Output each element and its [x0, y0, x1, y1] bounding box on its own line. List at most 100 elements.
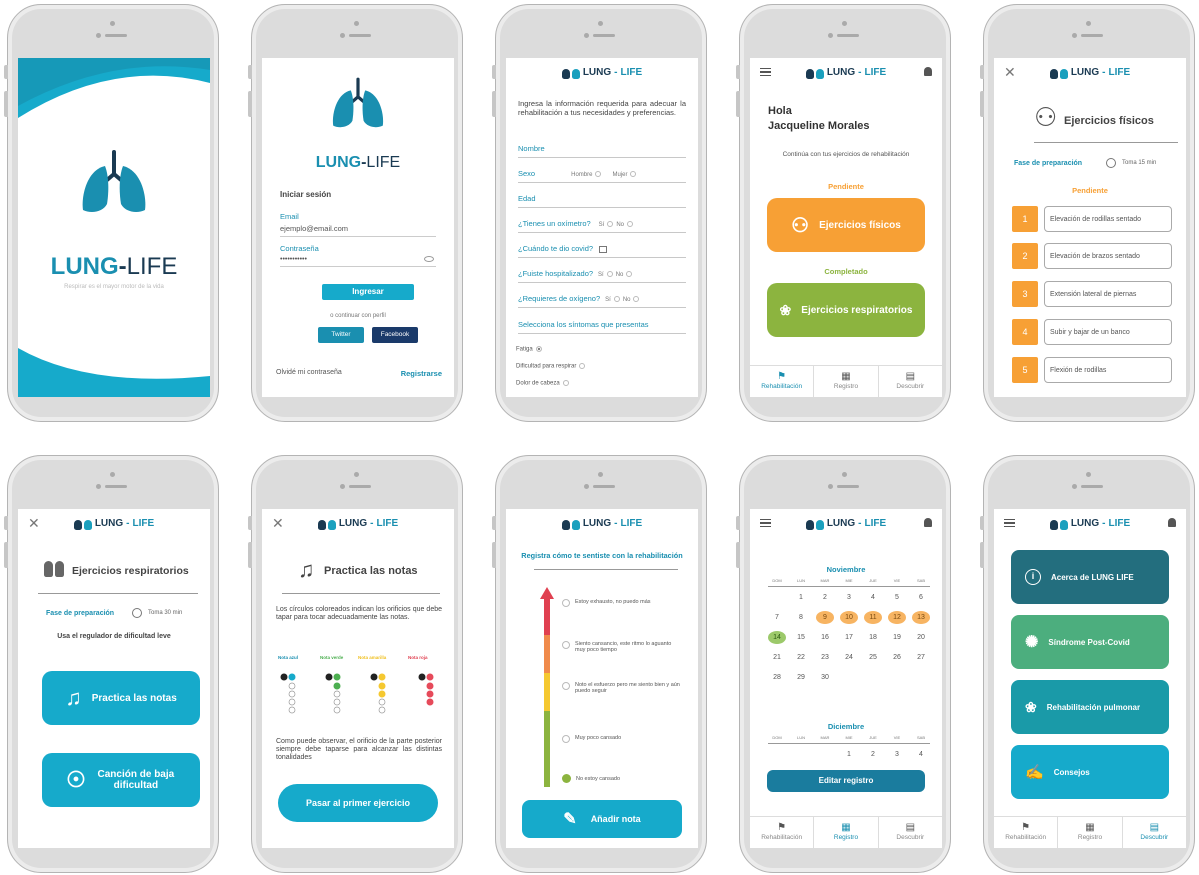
phase-label: Fase de preparación	[1014, 160, 1083, 167]
registro-title: Registra cómo te sentiste con la rehabil…	[521, 551, 683, 560]
password-field[interactable]: •••••••••••	[280, 256, 436, 267]
nav-registro[interactable]: ▦ Registro	[1058, 817, 1123, 848]
facebook-button[interactable]: Facebook	[372, 327, 418, 343]
bell-icon[interactable]	[1168, 518, 1176, 527]
forgot-password-link[interactable]: Olvidé mi contraseña	[276, 369, 342, 376]
lungs-icon	[561, 519, 580, 530]
clock-icon	[132, 608, 142, 618]
consejos-card[interactable]: ✍ Consejos	[1011, 745, 1169, 799]
sindrome-card[interactable]: ✺ Síndrome Post-Covid	[1011, 615, 1169, 669]
lungs-logo-icon	[332, 77, 384, 128]
phone-fisicos: ✕ LUNG - LIFE ⚇ Ejercicios físicos Fase de…	[980, 4, 1195, 422]
phone-login: LUNG-LIFE Iniciar sesión Email ejemplo@e…	[248, 4, 463, 422]
lungs-icon	[1049, 519, 1068, 530]
lungs-logo-icon	[82, 150, 146, 212]
title-divider	[1034, 142, 1178, 143]
exercise-item-5[interactable]: 5 Flexión de rodillas	[1012, 357, 1172, 383]
bell-icon[interactable]	[924, 518, 932, 527]
nombre-field[interactable]: Nombre	[518, 144, 686, 158]
login-title: Iniciar sesión	[280, 190, 332, 199]
bell-icon[interactable]	[924, 67, 932, 76]
nav-rehab[interactable]: ⚑ Rehabilitación	[994, 817, 1059, 848]
note-verde-diagram	[325, 673, 341, 714]
phone-notas: ✕ LUNG - LIFE ♫ Practica las notas Los cír…	[248, 455, 463, 873]
level-5[interactable]: Estoy exhausto, no puedo más	[562, 599, 682, 607]
nav-descubrir[interactable]: ▤ Descubrir	[879, 366, 942, 397]
nav-registro[interactable]: ▦ Registro	[814, 817, 879, 848]
nav-rehab[interactable]: ⚑ Rehabilitación	[750, 817, 815, 848]
register-link[interactable]: Registrarse	[401, 369, 442, 378]
practica-notas-card[interactable]: ♫ Practica las notas	[42, 671, 200, 725]
person-icon: ⚇	[1034, 102, 1058, 132]
time-label: Toma 15 min	[1122, 160, 1157, 166]
symptom-dolor[interactable]: Dolor de cabeza	[516, 380, 572, 387]
form-intro: Ingresa la información requerida para ad…	[518, 99, 686, 117]
level-4[interactable]: Siento cansancio, este ritmo lo aguanto …	[562, 641, 682, 653]
app-header: LUNG - LIFE	[506, 515, 698, 533]
bottom-nav: ⚑ Rehabilitación ▦ Registro ▤ Descubrir	[994, 816, 1186, 848]
edad-field[interactable]: Edad	[518, 194, 686, 208]
nav-rehab[interactable]: ⚑ Rehabilitación	[750, 366, 815, 397]
fisicos-title: Ejercicios físicos	[1064, 115, 1154, 127]
continue-text: Continúa con tus ejercicios de rehabilit…	[782, 151, 910, 158]
login-brand: LUNG-LIFE	[315, 154, 401, 171]
level-3[interactable]: Noto el esfuerzo pero me siento bien y a…	[562, 682, 682, 694]
run-icon: ⚑	[777, 371, 787, 382]
email-field[interactable]: ejemplo@email.com	[280, 224, 436, 237]
exercise-item-2[interactable]: 2 Elevación de brazos sentado	[1012, 243, 1172, 269]
level-1[interactable]: No estoy cansado	[562, 774, 682, 783]
login-screen: LUNG-LIFE Iniciar sesión Email ejemplo@e…	[262, 58, 454, 397]
hospital-field[interactable]: ¿Fuiste hospitalizado? Sí No	[518, 269, 686, 283]
notas-outro: Como puede observar, el orificio de la p…	[276, 738, 442, 762]
flute-diagrams	[280, 673, 434, 714]
first-exercise-button[interactable]: Pasar al primer ejercicio	[278, 784, 438, 822]
bottom-nav: ⚑ Rehabilitación ▦ Registro ▤ Descubrir	[750, 365, 942, 397]
month-december: Diciembre	[827, 722, 865, 731]
sintomas-heading: Selecciona los síntomas que presentas	[518, 320, 686, 334]
exercise-item-1[interactable]: 1 Elevación de rodillas sentado	[1012, 206, 1172, 232]
phone-home: LUNG - LIFE Hola Jacqueline Morales Contin…	[736, 4, 951, 422]
note-amarilla-label: Nota amarilla	[358, 655, 387, 660]
level-2[interactable]: Muy poco cansado	[562, 735, 682, 743]
fisicos-card[interactable]: ⚇ Ejercicios físicos	[767, 198, 925, 252]
lungs-icon	[44, 561, 64, 577]
symptom-dificultad[interactable]: Dificultad para respirar	[516, 363, 588, 370]
login-button[interactable]: Ingresar	[322, 284, 414, 300]
twitter-button[interactable]: Twitter	[318, 327, 364, 343]
note-icon: ✎	[563, 811, 577, 828]
nav-descubrir[interactable]: ▤ Descubrir	[879, 817, 942, 848]
lungs-icon	[73, 519, 92, 530]
calendar-screen: LUNG - LIFE Noviembre DOM LUN MAR MIE JUE VIE SA…	[750, 509, 942, 848]
exercise-item-4[interactable]: 4 Subir y bajar de un banco	[1012, 319, 1172, 345]
nav-descubrir[interactable]: ▤ Descubrir	[1123, 817, 1186, 848]
time-label: Toma 30 min	[148, 610, 183, 616]
splash-screen: LUNG-LIFE Respirar es el mayor motor de …	[18, 58, 210, 397]
difficulty-hint: Usa el regulador de dificultad leve	[57, 633, 171, 640]
title-divider	[38, 593, 198, 594]
oxigeno-field[interactable]: ¿Requieres de oxígeno? Sí No	[518, 294, 686, 308]
eye-icon[interactable]	[424, 256, 434, 262]
covid-date-field[interactable]: ¿Cuándo te dio covid?	[518, 244, 686, 258]
exercise-item-3[interactable]: 3 Extensión lateral de piernas	[1012, 281, 1172, 307]
run-icon: ⚑	[777, 822, 787, 833]
note-verde-label: Nota verde	[320, 655, 344, 660]
app-header: LUNG - LIFE	[994, 515, 1186, 533]
phone-respiratorios: ✕ LUNG - LIFE Ejercicios respiratorios Fas…	[4, 455, 219, 873]
phone-registro: LUNG - LIFE Registra cómo te sentiste con …	[492, 455, 707, 873]
app-header: LUNG - LIFE	[994, 64, 1186, 82]
acerca-card[interactable]: i Acerca de LUNG LIFE	[1011, 550, 1169, 604]
password-label: Contraseña	[280, 244, 319, 253]
sexo-field[interactable]: Sexo Hombre Mujer	[518, 169, 686, 183]
edit-registro-button[interactable]: Editar registro	[767, 770, 925, 792]
symptom-fatiga[interactable]: Fatiga	[516, 346, 545, 353]
note-roja-diagram	[418, 673, 434, 706]
nav-registro[interactable]: ▦ Registro	[814, 366, 879, 397]
oximetro-field[interactable]: ¿Tienes un oxímetro? Sí No	[518, 219, 686, 233]
add-note-button[interactable]: ✎ Añadir nota	[522, 800, 682, 838]
rehab-pulmonar-card[interactable]: ❀ Rehabilitación pulmonar	[1011, 680, 1169, 734]
respiratorios-card[interactable]: ❀ Ejercicios respiratorios	[767, 283, 925, 337]
splash-brand: LUNG-LIFE	[50, 253, 178, 280]
completed-label: Completado	[824, 267, 868, 276]
note-roja-label: Nota roja	[408, 655, 428, 660]
cancion-card[interactable]: ☉ Canción de baja dificultad	[42, 753, 200, 807]
